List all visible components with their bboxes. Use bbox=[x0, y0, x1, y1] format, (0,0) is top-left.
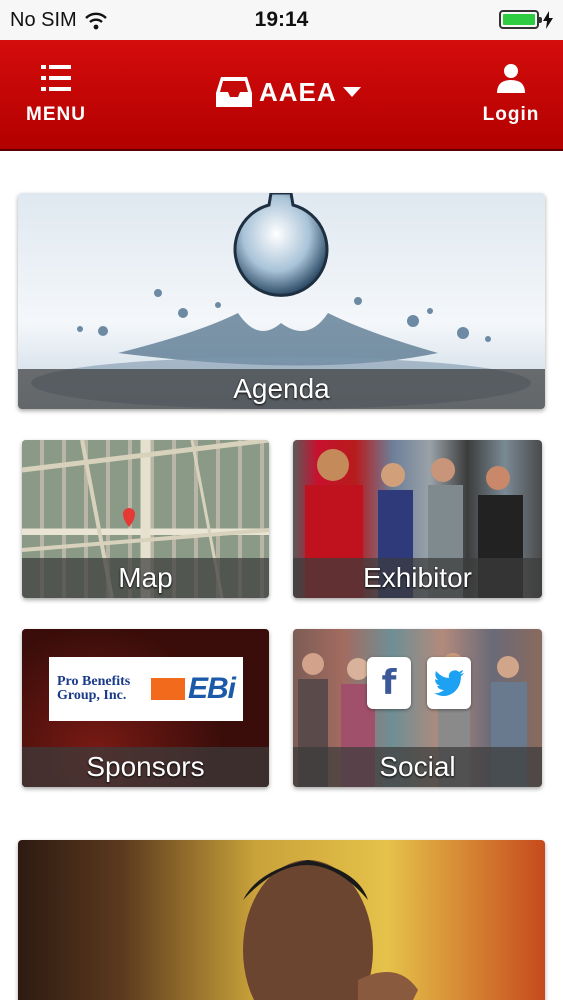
map-label: Map bbox=[22, 558, 269, 598]
caret-down-icon bbox=[342, 87, 361, 97]
login-label: Login bbox=[482, 104, 540, 125]
inbox-icon bbox=[216, 77, 252, 107]
charging-bolt-icon bbox=[543, 10, 553, 29]
login-button[interactable]: Login bbox=[479, 60, 543, 126]
app-header: MENU AAEA Login bbox=[0, 40, 563, 151]
status-time: 19:14 bbox=[254, 8, 309, 31]
ebi-logo-text: EBi bbox=[187, 672, 236, 705]
user-icon bbox=[497, 64, 525, 93]
sponsors-label: Sponsors bbox=[22, 747, 269, 787]
menu-label: MENU bbox=[26, 104, 86, 125]
ebi-logo-badge bbox=[150, 678, 185, 700]
pro-benefits-line1: Pro Benefits bbox=[57, 674, 131, 689]
menu-button[interactable]: MENU bbox=[20, 60, 92, 126]
facebook-icon: f bbox=[367, 657, 411, 709]
pro-benefits-line2: Group, Inc. bbox=[57, 688, 127, 703]
status-right bbox=[499, 10, 553, 29]
social-label: Social bbox=[293, 747, 542, 787]
pro-benefits-logo: Pro Benefits Group, Inc. bbox=[57, 675, 130, 703]
agenda-tile[interactable]: Agenda bbox=[18, 193, 545, 409]
social-icons: f bbox=[367, 657, 471, 709]
ebi-logo: EBi bbox=[150, 672, 236, 706]
map-tile[interactable]: Map bbox=[22, 440, 269, 598]
brand-switcher[interactable]: AAEA bbox=[215, 75, 361, 109]
sponsor-logos-banner: Pro Benefits Group, Inc. EBi bbox=[49, 657, 243, 721]
brand-name: AAEA bbox=[259, 76, 337, 107]
speaker-banner-tile[interactable] bbox=[18, 840, 545, 1000]
exhibitor-label: Exhibitor bbox=[293, 558, 542, 598]
exhibitor-tile[interactable]: Exhibitor bbox=[293, 440, 542, 598]
battery-icon bbox=[499, 10, 542, 29]
social-tile[interactable]: f Social bbox=[293, 629, 542, 787]
agenda-label: Agenda bbox=[18, 369, 545, 409]
speaker-image bbox=[18, 840, 545, 1000]
menu-icon bbox=[41, 65, 71, 91]
twitter-icon bbox=[427, 657, 471, 709]
sponsors-tile[interactable]: Pro Benefits Group, Inc. EBi Sponsors bbox=[22, 629, 269, 787]
status-bar: No SIM 19:14 bbox=[0, 0, 563, 40]
